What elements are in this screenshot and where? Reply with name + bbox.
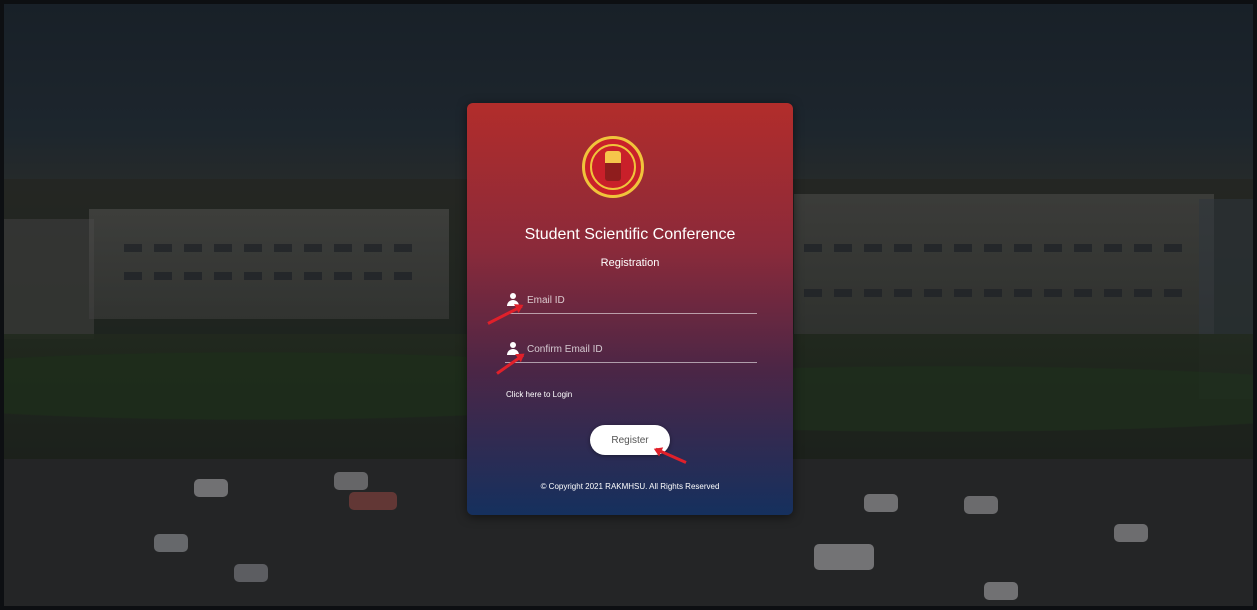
confirm-email-input[interactable] (527, 338, 755, 360)
page-subtitle: Registration (600, 257, 660, 269)
copyright-text: © Copyright 2021 RAKMHSU. All Rights Res… (540, 482, 720, 491)
login-link[interactable]: Click here to Login (506, 390, 572, 399)
user-icon-head (510, 293, 516, 299)
logo-torch-icon (605, 151, 621, 181)
page-title: Student Scientific Conference (524, 226, 736, 243)
user-icon-head (510, 342, 516, 348)
university-logo (582, 136, 644, 198)
email-input[interactable] (527, 289, 755, 311)
email-field (505, 289, 757, 314)
confirm-email-field (505, 338, 757, 363)
